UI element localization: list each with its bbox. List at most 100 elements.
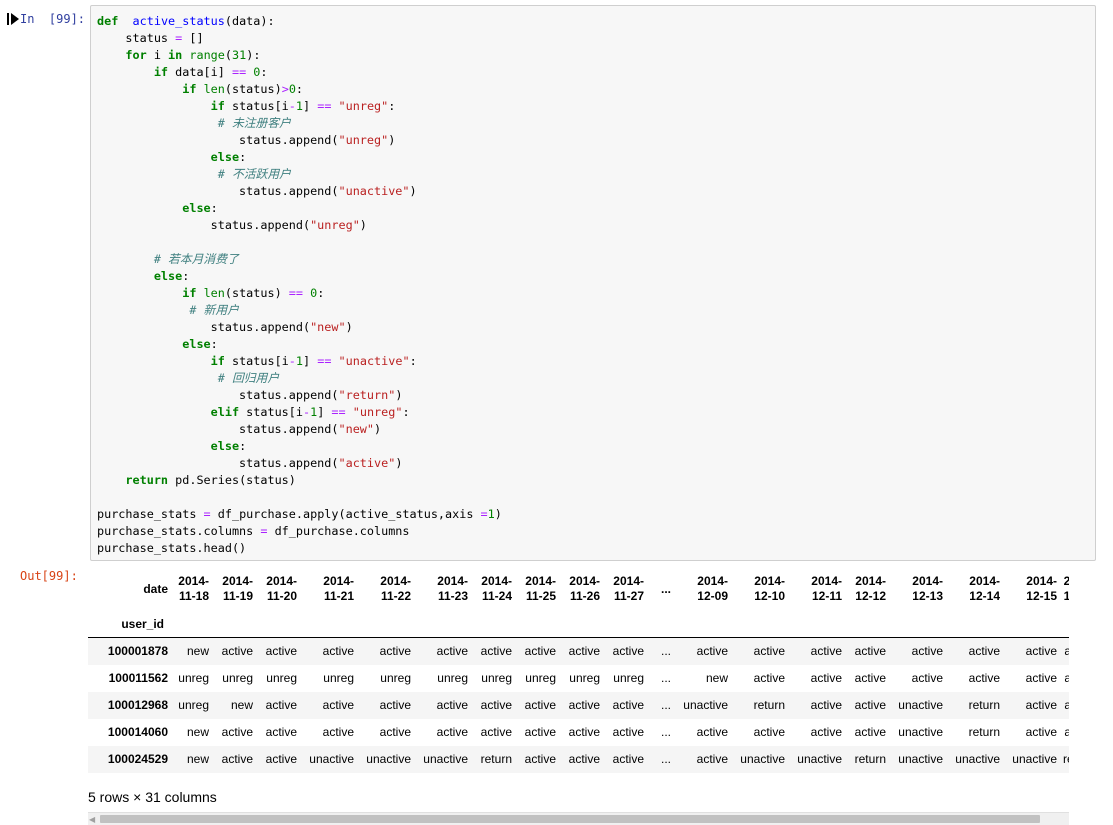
column-header-day: 12-11 [811, 589, 842, 603]
table-cell: unactive [423, 752, 468, 766]
column-header-day: 11-25 [525, 589, 556, 603]
index-header-spacer [785, 610, 842, 638]
code-line: status.append("unreg") [97, 132, 502, 149]
code-token: status[i [224, 99, 289, 113]
table-cell: unactive [683, 698, 728, 712]
code-token: len [203, 286, 225, 300]
table-cell: active [854, 671, 886, 685]
code-token: == [317, 354, 332, 368]
code-token: ] [317, 405, 332, 419]
table-cell: return [968, 725, 1000, 739]
code-token: 1 [295, 99, 303, 113]
table-cell: active [221, 752, 253, 766]
run-cell-marker-icon[interactable] [7, 13, 21, 25]
table-cell: active [265, 644, 297, 659]
code-token: status.append( [97, 320, 311, 334]
horizontal-scrollbar[interactable]: ◀ [88, 812, 1069, 825]
index-header-spacer [842, 610, 886, 638]
table-cell: unreg [178, 671, 209, 685]
code-cell-editor[interactable]: def active_status(data): status = [] for… [90, 5, 1096, 561]
index-header-spacer [209, 610, 253, 638]
scrollbar-thumb[interactable] [100, 815, 1040, 823]
code-token: = [480, 507, 488, 521]
code-token: ) [395, 456, 403, 470]
column-header-year: 2014- [525, 574, 556, 588]
table-cell: ... [660, 698, 671, 712]
column-header-day: 12-10 [754, 589, 785, 603]
code-token: purchase_stats.columns [97, 524, 261, 538]
code-token: status.append( [97, 133, 339, 147]
column-header: 2014- 12-15 [1000, 568, 1057, 610]
table-cell: unreg [569, 671, 600, 685]
index-header-spacer [512, 610, 556, 638]
input-prompt: In [99]: [20, 12, 86, 26]
code-token: i [146, 48, 169, 62]
code-line: for i in range(31): [97, 47, 502, 64]
table-cell: active [265, 698, 297, 712]
table-cell: active [854, 698, 886, 712]
code-line: status.append("return") [97, 387, 502, 404]
code-token: elif [210, 405, 240, 419]
table-cell: active [968, 644, 1000, 659]
table-cell: unactive [898, 725, 943, 739]
column-header-row: date 2014- 11-18 2014- 11-19 2014- 11-20 2014-… [88, 568, 1069, 610]
column-header-day: 11-21 [323, 589, 354, 603]
table-cell: unreg [222, 671, 253, 685]
code-token: status.append( [97, 184, 339, 198]
table-cell: ... [660, 752, 671, 766]
column-header-day: 12-14 [969, 589, 1000, 603]
table-cell: active [810, 698, 842, 712]
code-token: (status) [224, 82, 282, 96]
column-header-year: 2014- [1026, 574, 1057, 588]
column-header-year: 2014- [266, 574, 297, 588]
code-token: status [97, 31, 176, 45]
index-header-spacer [253, 610, 297, 638]
column-header-day: 11-18 [178, 589, 209, 603]
column-header: 2014- 11-23 [411, 568, 468, 610]
table-cell: ac [1064, 671, 1069, 685]
table-cell: active [968, 671, 1000, 685]
index-header-spacer [1057, 610, 1069, 638]
table-cell: new [230, 698, 253, 712]
code-token: def [97, 14, 119, 28]
column-header: 2014- 11-24 [468, 568, 512, 610]
code-token: == [288, 286, 304, 300]
code-token: range [189, 48, 225, 62]
code-token: "unreg" [338, 133, 389, 147]
table-row: 100001878 new active active active active acti… [88, 637, 1069, 665]
code-token: else [210, 150, 240, 164]
code-line: status.append("unreg") [97, 217, 502, 234]
code-token: len [203, 82, 225, 96]
table-cell: active [696, 644, 728, 659]
column-header-year: 2014- [222, 574, 253, 588]
table-cell: active [436, 725, 468, 739]
scroll-left-arrow-icon[interactable]: ◀ [89, 816, 95, 824]
index-header-spacer [943, 610, 1000, 638]
table-cell: active [568, 698, 600, 712]
code-token: ) [374, 422, 382, 436]
column-header: 2014- 11-21 [297, 568, 354, 610]
column-header: 2014- 11-27 [600, 568, 644, 610]
column-header-day: 12-12 [855, 589, 886, 603]
table-cell: unreg [613, 671, 644, 685]
code-token: df_purchase.columns [267, 524, 410, 538]
table-cell: new [186, 725, 209, 739]
table-cell: unreg [266, 671, 297, 685]
column-header: 2014- 12-12 [842, 568, 886, 610]
code-token: ) [345, 320, 353, 334]
table-cell: unreg [178, 698, 209, 712]
table-cell: active [612, 725, 644, 739]
code-token: ): [246, 48, 261, 62]
code-token: ] [303, 99, 318, 113]
column-header-year: 2014- [754, 574, 785, 588]
table-cell: active [810, 644, 842, 659]
table-cell: active [568, 644, 600, 659]
code-token: if [153, 65, 169, 79]
row-index-user-id: 100014060 [107, 725, 168, 739]
index-header-spacer [728, 610, 785, 638]
